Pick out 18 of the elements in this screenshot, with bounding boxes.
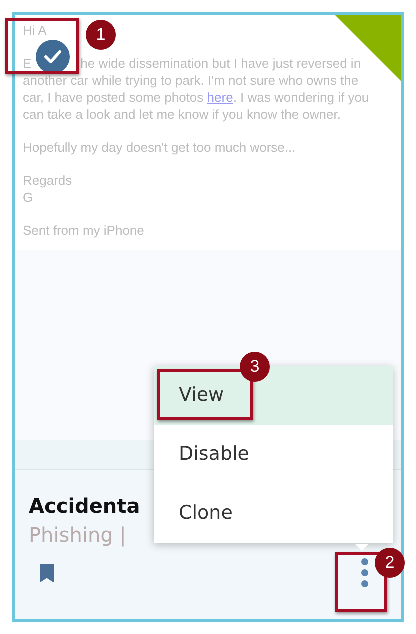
- menu-item[interactable]: Clone: [154, 484, 393, 543]
- email-text-fragment: E: [23, 56, 32, 74]
- checkmark-icon: [44, 50, 62, 64]
- email-text-line: can take a look and let me know if you know the owner.: [23, 106, 341, 124]
- email-text-line: Sent from my iPhone: [23, 223, 144, 240]
- card-title: Accidenta: [29, 493, 140, 520]
- kebab-icon: [361, 558, 369, 588]
- email-text-line: he wide dissemination but I have just reversed in: [80, 56, 362, 74]
- card-subtitle: Phishing |: [29, 522, 126, 549]
- bookmark-icon[interactable]: [40, 564, 54, 582]
- menu-item[interactable]: Disable: [154, 425, 393, 484]
- email-text-line: Regards: [23, 173, 72, 190]
- email-text-line: G: [23, 190, 34, 207]
- email-text-line: car, I have posted some photos here. I was wondering if you: [23, 90, 370, 106]
- email-text-line: Hopefully my day doesn't get too much worse...: [23, 140, 296, 157]
- email-text-line: another car while trying to park. I'm not sure who owns the: [23, 73, 359, 90]
- email-text-line: Hi A: [23, 23, 47, 40]
- menu-pointer: [355, 544, 369, 551]
